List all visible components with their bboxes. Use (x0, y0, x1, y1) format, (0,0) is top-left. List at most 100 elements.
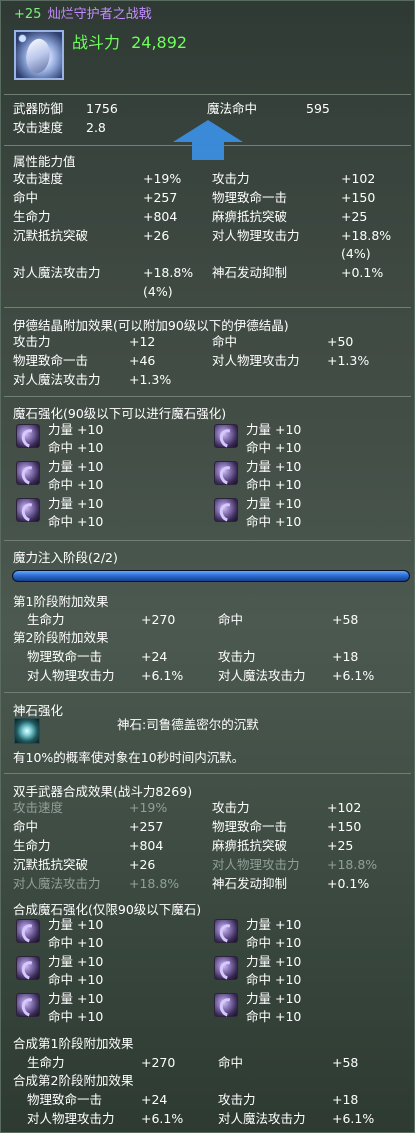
combat-power-value: 24,892 (131, 33, 188, 52)
idian-value: +46 (129, 353, 156, 368)
weapon-silhouette-icon (20, 35, 56, 77)
attr-label: 物理致命一击 (212, 190, 288, 205)
fusion-value: +150 (327, 819, 362, 834)
fusion-label: 攻击力 (212, 800, 250, 815)
manastone-stat: 力量 +10 (246, 917, 302, 932)
stage2-title: 第2阶段附加效果 (13, 630, 109, 645)
manastone-icon (16, 498, 40, 522)
manastone-icon (16, 424, 40, 448)
attr-label: 沉默抵抗突破 (13, 228, 89, 243)
manastone-title: 魔石强化(90级以下可以进行魔石强化) (13, 406, 227, 421)
divider (4, 94, 411, 95)
attr-value: +804 (143, 209, 178, 224)
stage1-label1: 生命力 (27, 612, 65, 627)
weapon-defense-label: 武器防御 (13, 101, 64, 116)
attr-row5-value1: +18.8% (143, 265, 194, 280)
combat-power-label: 战斗力 (72, 33, 121, 52)
stage-value: +18 (332, 649, 359, 664)
divider (4, 396, 411, 397)
manastone-stat: 力量 +10 (246, 459, 302, 474)
manastone-icon (214, 993, 238, 1017)
item-header: +25 灿烂守护者之战戟 (14, 7, 152, 23)
stage1-value1: +270 (141, 612, 176, 627)
fusion-stage1-value2: +58 (332, 1055, 359, 1070)
enchant-level: +25 (14, 7, 42, 22)
attr-label: 生命力 (13, 209, 51, 224)
manastone-stat: 力量 +10 (246, 422, 302, 437)
manastone-stat: 命中 +10 (246, 935, 302, 950)
godstone-icon (14, 718, 40, 744)
attr-label: 命中 (13, 190, 39, 205)
fusion-label: 对人魔法攻击力 (13, 876, 101, 891)
stage-value: +24 (141, 649, 168, 664)
manastone-stat: 命中 +10 (48, 972, 104, 987)
manastone-stat: 命中 +10 (48, 514, 104, 529)
manastone-icon (214, 956, 238, 980)
idian-row3-value: +1.3% (129, 372, 172, 387)
fusion-title: 双手武器合成效果(战斗力8269) (13, 784, 193, 799)
item-tooltip: +25 灿烂守护者之战戟 战斗力 24,892 武器防御 1756 魔法命中 5… (0, 0, 415, 1133)
stage-label: 对人物理攻击力 (27, 668, 115, 683)
manastone-icon (214, 498, 238, 522)
upgrade-arrow-icon (173, 120, 243, 160)
attr-label: 攻击速度 (13, 171, 64, 186)
stage-value: +18 (332, 1092, 359, 1107)
fusion-value: +18.8% (327, 857, 378, 872)
infusion-progress-bar (12, 570, 410, 582)
fusion-label: 命中 (13, 819, 39, 834)
manastone-stat: 力量 +10 (246, 954, 302, 969)
divider (4, 145, 411, 146)
manastone-stat: 力量 +10 (48, 954, 104, 969)
stage-label: 对人魔法攻击力 (218, 668, 306, 683)
manastone-stat: 命中 +10 (48, 1009, 104, 1024)
attr-value: +19% (143, 171, 182, 186)
idian-label: 攻击力 (13, 334, 51, 349)
manastone-stat: 命中 +10 (246, 514, 302, 529)
fusion-label: 神石发动抑制 (212, 876, 288, 891)
divider (4, 540, 411, 541)
attr-row5-label2: 神石发动抑制 (212, 265, 288, 280)
magic-accuracy-label: 魔法命中 (207, 101, 258, 116)
attr-wrap-left: (4%) (143, 284, 173, 299)
fusion-value: +0.1% (327, 876, 370, 891)
manastone-stat: 力量 +10 (48, 459, 104, 474)
fusion-value: +102 (327, 800, 362, 815)
fusion-value: +804 (129, 838, 164, 853)
stage-label: 物理致命一击 (27, 1092, 103, 1107)
manastone-stat: 命中 +10 (48, 440, 104, 455)
manastone-icon (214, 424, 238, 448)
fusion-label: 沉默抵抗突破 (13, 857, 89, 872)
manastone-stat: 力量 +10 (48, 991, 104, 1006)
manastone-icon (16, 993, 40, 1017)
fusion-value: +257 (129, 819, 164, 834)
idian-label: 物理致命一击 (13, 353, 89, 368)
stage-label: 物理致命一击 (27, 649, 103, 664)
manastone-stat: 力量 +10 (48, 422, 104, 437)
fusion-value: +25 (327, 838, 354, 853)
manastone-stat: 力量 +10 (246, 496, 302, 511)
attr-value: +257 (143, 190, 178, 205)
idian-label: 对人物理攻击力 (212, 353, 300, 368)
attr-value: +102 (341, 171, 376, 186)
infusion-title: 魔力注入阶段(2/2) (13, 550, 118, 565)
attributes-title: 属性能力值 (13, 154, 76, 169)
divider (4, 307, 411, 308)
fusion-label: 麻痹抵抗突破 (212, 838, 288, 853)
fusion-stage1-label2: 命中 (218, 1055, 244, 1070)
attr-value: +25 (341, 209, 368, 224)
item-name: 灿烂守护者之战戟 (47, 7, 152, 22)
fusion-value: +18.8% (129, 876, 180, 891)
manastone-stat: 力量 +10 (48, 496, 104, 511)
stage-label: 对人物理攻击力 (27, 1111, 115, 1126)
manastone-stat: 力量 +10 (48, 917, 104, 932)
godstone-desc: 有10%的概率使对象在10秒时间内沉默。 (13, 750, 245, 765)
fusion-label: 生命力 (13, 838, 51, 853)
stage1-value2: +58 (332, 612, 359, 627)
stage-value: +6.1% (141, 668, 184, 683)
item-icon (14, 30, 64, 80)
stage-label: 攻击力 (218, 649, 256, 664)
stage-value: +6.1% (141, 1111, 184, 1126)
stage1-title: 第1阶段附加效果 (13, 594, 109, 609)
fusion-value: +19% (129, 800, 168, 815)
godstone-name: 神石:司鲁德盖密尔的沉默 (117, 717, 259, 732)
